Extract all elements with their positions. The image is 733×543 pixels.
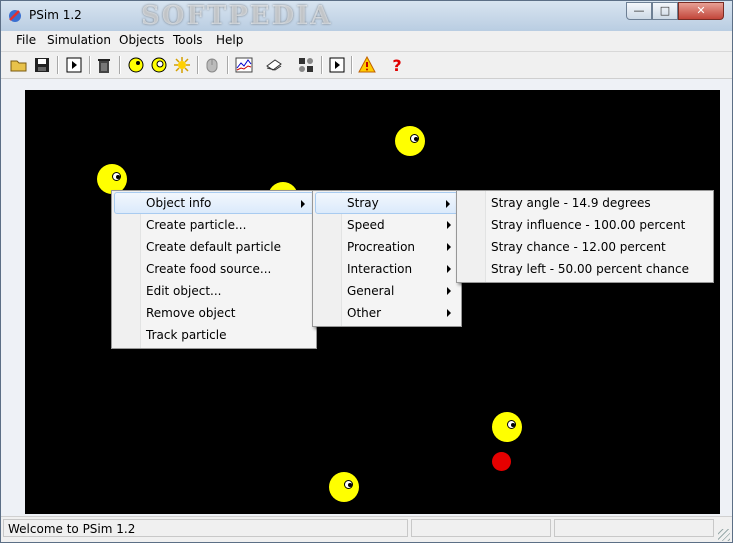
menu-item-label: Create default particle — [146, 240, 281, 254]
particle[interactable] — [329, 472, 359, 502]
svg-text:?: ? — [392, 56, 401, 74]
submenu-item-other[interactable]: Other — [315, 302, 459, 324]
trash-icon[interactable] — [93, 54, 115, 76]
menu-item-create-particle[interactable]: Create particle... — [114, 214, 314, 236]
menu-item-label: General — [347, 284, 395, 298]
menu-objects[interactable]: Objects — [119, 33, 164, 47]
toolbar: ? — [1, 52, 732, 79]
particle-eye — [410, 134, 419, 143]
particle[interactable] — [395, 126, 425, 156]
status-panel — [554, 519, 714, 537]
menu-item-label: Speed — [347, 218, 385, 232]
stray-info-influence[interactable]: Stray influence - 100.00 percent — [459, 214, 711, 236]
menu-item-label: Remove object — [146, 306, 236, 320]
status-text: Welcome to PSim 1.2 — [8, 522, 136, 536]
submenu-item-stray[interactable]: Stray — [315, 192, 459, 214]
title-bar[interactable]: PSim 1.2 SOFTPEDIA — □ ✕ — [1, 1, 732, 31]
menu-item-edit-object[interactable]: Edit object... — [114, 280, 314, 302]
submenu-item-speed[interactable]: Speed — [315, 214, 459, 236]
submenu-arrow-icon — [447, 287, 451, 295]
submenu-arrow-icon — [447, 309, 451, 317]
close-button[interactable]: ✕ — [678, 2, 724, 20]
add-particle-icon[interactable] — [125, 54, 147, 76]
app-window: PSim 1.2 SOFTPEDIA — □ ✕ File Simulation… — [0, 0, 733, 543]
menu-item-track-particle[interactable]: Track particle — [114, 324, 314, 346]
menu-bar: File Simulation Objects Tools Help — [1, 31, 732, 52]
window-title: PSim 1.2 — [29, 8, 82, 22]
menu-simulation[interactable]: Simulation — [47, 33, 111, 47]
menu-help[interactable]: Help — [216, 33, 243, 47]
object-info-submenu: Stray Speed Procreation Interaction Gene… — [312, 190, 462, 327]
menu-item-object-info[interactable]: Object info — [114, 192, 314, 214]
submenu-item-interaction[interactable]: Interaction — [315, 258, 459, 280]
graph-icon[interactable] — [233, 54, 255, 76]
warning-icon[interactable] — [356, 54, 378, 76]
particle[interactable] — [492, 412, 522, 442]
submenu-arrow-icon — [447, 243, 451, 251]
particle-eye — [344, 480, 353, 489]
menu-item-label: Edit object... — [146, 284, 222, 298]
submenu-arrow-icon — [447, 265, 451, 273]
menu-item-create-default-particle[interactable]: Create default particle — [114, 236, 314, 258]
stray-info-angle[interactable]: Stray angle - 14.9 degrees — [459, 192, 711, 214]
book-icon[interactable] — [263, 54, 285, 76]
watermark: SOFTPEDIA — [141, 1, 333, 31]
submenu-item-procreation[interactable]: Procreation — [315, 236, 459, 258]
resize-grip-icon[interactable] — [718, 529, 730, 541]
play-icon[interactable] — [326, 54, 348, 76]
menu-item-label: Create food source... — [146, 262, 272, 276]
context-menu: Object info Create particle... Create de… — [111, 190, 317, 349]
submenu-arrow-icon — [301, 200, 305, 208]
stray-info-chance[interactable]: Stray chance - 12.00 percent — [459, 236, 711, 258]
submenu-item-general[interactable]: General — [315, 280, 459, 302]
particle-eye — [112, 172, 121, 181]
menu-item-label: Stray influence - 100.00 percent — [491, 218, 686, 232]
submenu-arrow-icon — [447, 221, 451, 229]
menu-item-label: Stray angle - 14.9 degrees — [491, 196, 651, 210]
submenu-arrow-icon — [446, 200, 450, 208]
menu-item-label: Interaction — [347, 262, 413, 276]
status-bar: Welcome to PSim 1.2 — [1, 516, 732, 542]
stray-submenu: Stray angle - 14.9 degrees Stray influen… — [456, 190, 714, 283]
status-panel — [411, 519, 551, 537]
menu-item-label: Create particle... — [146, 218, 247, 232]
menu-item-label: Other — [347, 306, 382, 320]
menu-item-label: Stray chance - 12.00 percent — [491, 240, 666, 254]
mouse-icon[interactable] — [201, 54, 223, 76]
minimize-button[interactable]: — — [626, 2, 652, 20]
menu-item-label: Stray — [347, 196, 379, 210]
menu-item-remove-object[interactable]: Remove object — [114, 302, 314, 324]
add-default-particle-icon[interactable] — [148, 54, 170, 76]
add-food-source-icon[interactable] — [171, 54, 193, 76]
app-icon — [9, 10, 21, 22]
menu-item-create-food-source[interactable]: Create food source... — [114, 258, 314, 280]
menu-tools[interactable]: Tools — [173, 33, 203, 47]
stray-info-left[interactable]: Stray left - 50.00 percent chance — [459, 258, 711, 280]
settings-icon[interactable] — [295, 54, 317, 76]
menu-item-label: Stray left - 50.00 percent chance — [491, 262, 690, 276]
menu-item-label: Procreation — [347, 240, 416, 254]
food-source[interactable] — [492, 452, 511, 471]
menu-file[interactable]: File — [16, 33, 36, 47]
menu-item-label: Track particle — [146, 328, 227, 342]
menu-item-label: Object info — [146, 196, 212, 210]
status-panel-main: Welcome to PSim 1.2 — [3, 519, 408, 537]
save-disk-icon[interactable] — [31, 54, 53, 76]
open-folder-icon[interactable] — [8, 54, 30, 76]
help-icon[interactable]: ? — [386, 54, 408, 76]
particle-eye — [507, 420, 516, 429]
maximize-button[interactable]: □ — [652, 2, 678, 20]
run-simulation-icon[interactable] — [63, 54, 85, 76]
